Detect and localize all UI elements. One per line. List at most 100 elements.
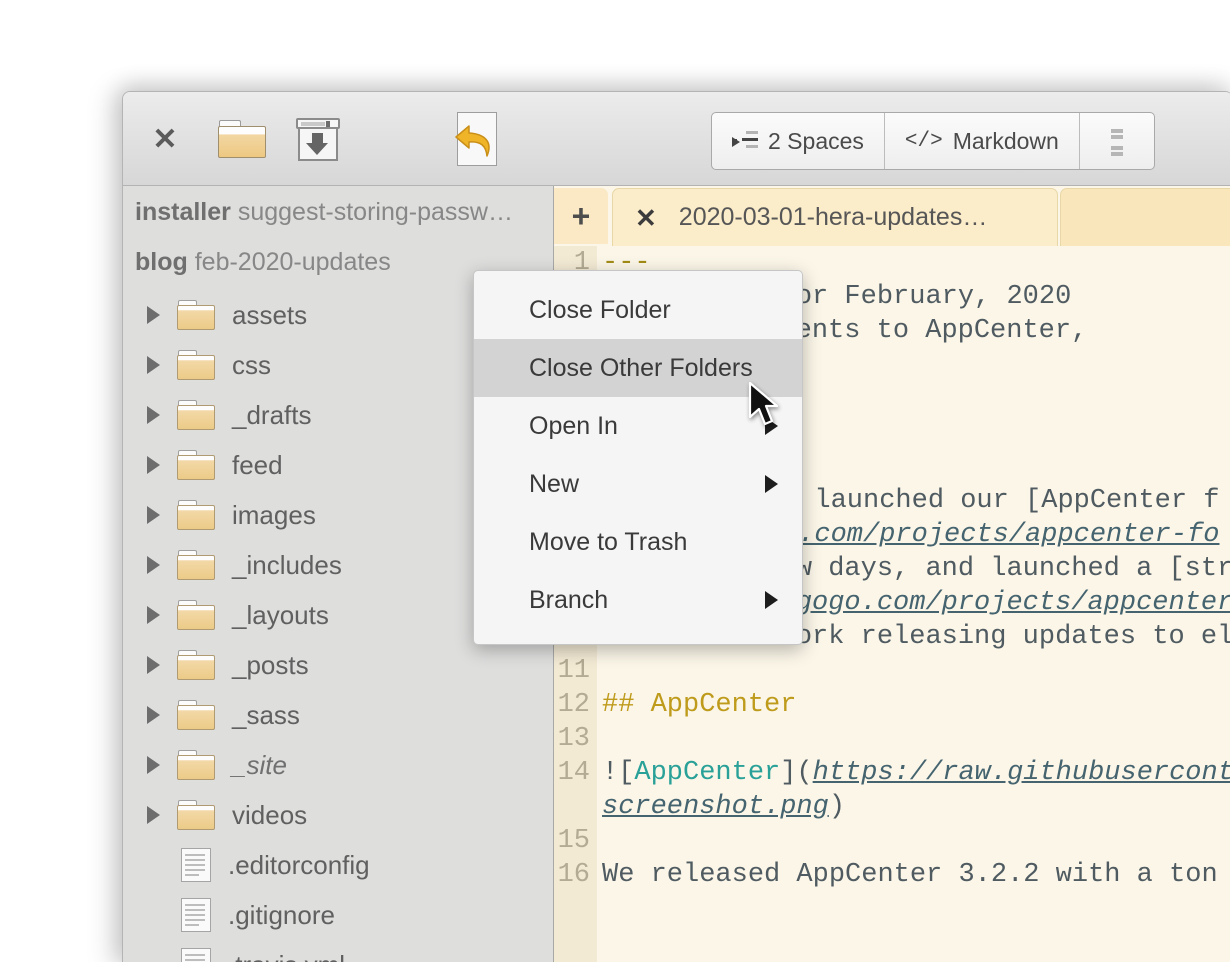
expand-triangle-icon[interactable] <box>141 506 165 524</box>
tree-item-label: css <box>232 349 271 380</box>
language-setting-button[interactable]: </> Markdown <box>885 113 1080 169</box>
toolbar: ✕ 2 Spaces </> Markdown <box>123 92 1230 186</box>
tree-item-posts[interactable]: _posts <box>123 640 553 690</box>
expand-triangle-icon[interactable] <box>141 306 165 324</box>
indent-setting-label: 2 Spaces <box>768 127 864 154</box>
line-number: 15 <box>557 826 590 856</box>
line-number: 12 <box>557 690 590 720</box>
file-icon <box>181 948 213 962</box>
submenu-arrow-icon <box>765 591 778 609</box>
expand-triangle-icon[interactable] <box>141 556 165 574</box>
menu-item-label: Move to Trash <box>529 527 688 556</box>
menu-item-label: Branch <box>529 585 609 614</box>
expand-triangle-icon[interactable] <box>141 356 165 374</box>
source-item-blog[interactable]: blog feb-2020-updates <box>123 248 391 282</box>
tree-item-label: _includes <box>232 549 342 580</box>
indent-icon <box>732 131 758 151</box>
tree-item-travis.yml[interactable]: .travis.yml <box>123 940 553 962</box>
folder-context-menu[interactable]: Close Folder Close Other Folders Open In Ne… <box>473 270 803 645</box>
expand-triangle-icon[interactable] <box>141 606 165 624</box>
close-icon: ✕ <box>152 123 178 156</box>
plus-icon: + <box>571 198 591 234</box>
screen: ✕ 2 Spaces </> Markdown installer sugges… <box>0 0 1230 962</box>
menu-item-close-other-folders[interactable]: Close Other Folders <box>474 339 802 397</box>
line-text <box>597 654 602 688</box>
menu-top-padding <box>474 271 802 281</box>
link-label: AppCenter <box>634 758 781 788</box>
expand-triangle-icon[interactable] <box>141 456 165 474</box>
revert-icon <box>453 112 501 168</box>
line-text: ## AppCenter <box>602 690 797 720</box>
source-name: blog <box>135 248 188 276</box>
tree-item-videos[interactable]: videos <box>123 790 553 840</box>
editor-settings-group: 2 Spaces </> Markdown <box>711 112 1155 170</box>
expand-triangle-icon[interactable] <box>141 806 165 824</box>
code-line: 11 <box>554 654 1230 688</box>
tab-hera-updates[interactable]: ✕ 2020-03-01-hera-updates… <box>612 188 1058 246</box>
source-name: installer <box>135 198 231 226</box>
tree-item-label: .travis.yml <box>228 950 345 962</box>
tree-item-label: _posts <box>232 649 309 680</box>
tree-item-label: videos <box>232 799 308 830</box>
submenu-arrow-icon <box>765 417 778 435</box>
folder-icon <box>177 300 217 330</box>
menu-item-label: Open In <box>529 411 618 440</box>
folder-icon <box>177 550 217 580</box>
link-url: https://raw.githubusercont <box>812 758 1230 788</box>
folder-open-icon <box>218 120 268 160</box>
folder-icon <box>177 650 217 680</box>
source-branch: suggest-storing-passw… <box>237 198 513 226</box>
tree-item-label: _layouts <box>232 599 329 630</box>
link-url-wrap: screenshot.png <box>602 792 829 822</box>
source-item-installer[interactable]: installer suggest-storing-passw… <box>123 198 513 232</box>
line-text: ![AppCenter](https://raw.githubusercont <box>597 756 1230 790</box>
tree-item-label: images <box>232 499 316 530</box>
tab-inactive[interactable] <box>1060 188 1230 246</box>
tree-item-label: _sass <box>232 699 300 730</box>
new-tab-button[interactable]: + <box>554 188 608 244</box>
revert-file-button[interactable] <box>447 112 507 168</box>
tree-item-label: _drafts <box>232 399 312 430</box>
line-text <box>597 722 602 756</box>
folder-icon <box>177 500 217 530</box>
code-line: 14 ![AppCenter](https://raw.githubuserco… <box>554 756 1230 790</box>
line-wrap-button[interactable] <box>1080 113 1154 169</box>
line-number: 16 <box>557 860 590 890</box>
code-line: 13 <box>554 722 1230 756</box>
folder-icon <box>177 450 217 480</box>
line-text: We released AppCenter 3.2.2 with a ton <box>602 860 1230 890</box>
open-file-button[interactable] <box>213 114 273 166</box>
tree-item-site[interactable]: _site <box>123 740 553 790</box>
language-setting-label: Markdown <box>952 127 1059 154</box>
menu-item-label: Close Folder <box>529 295 671 324</box>
code-line: screenshot.png) <box>554 790 1230 824</box>
line-fragment: e launched our [AppCenter f <box>782 486 1220 516</box>
expand-triangle-icon[interactable] <box>141 756 165 774</box>
folder-icon <box>177 700 217 730</box>
expand-triangle-icon[interactable] <box>141 706 165 724</box>
tree-item-editorconfig[interactable]: .editorconfig <box>123 840 553 890</box>
save-file-button[interactable] <box>289 114 349 166</box>
menu-item-branch[interactable]: Branch <box>474 571 802 629</box>
menu-item-open-in[interactable]: Open In <box>474 397 802 455</box>
tree-item-label: .editorconfig <box>228 849 370 880</box>
menu-item-close-folder[interactable]: Close Folder <box>474 281 802 339</box>
folder-icon <box>177 800 217 830</box>
tree-item-gitignore[interactable]: .gitignore <box>123 890 553 940</box>
menu-item-move-to-trash[interactable]: Move to Trash <box>474 513 802 571</box>
code-tags-icon: </> <box>904 129 943 153</box>
tree-item-label: .gitignore <box>228 899 335 930</box>
folder-icon <box>177 750 217 780</box>
close-tab-icon[interactable]: ✕ <box>635 205 657 231</box>
paren: ) <box>828 792 846 822</box>
menu-item-new[interactable]: New <box>474 455 802 513</box>
indent-setting-button[interactable]: 2 Spaces <box>712 113 885 169</box>
tree-item-sass[interactable]: _sass <box>123 690 553 740</box>
expand-triangle-icon[interactable] <box>141 406 165 424</box>
close-document-button[interactable]: ✕ <box>137 114 193 166</box>
tab-bar: + ✕ 2020-03-01-hera-updates… <box>554 186 1230 246</box>
expand-triangle-icon[interactable] <box>141 656 165 674</box>
file-icon <box>181 848 213 882</box>
folder-icon <box>177 400 217 430</box>
line-number: 11 <box>557 656 590 686</box>
